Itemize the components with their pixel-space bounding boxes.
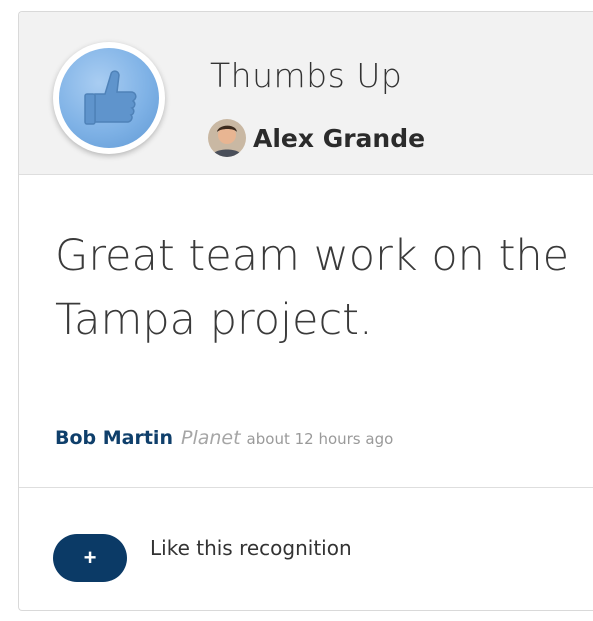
recognition-card: Thumbs Up Alex Grande Great team work on…: [18, 11, 593, 611]
timestamp: about 12 hours ago: [246, 430, 394, 448]
card-header: Thumbs Up Alex Grande: [19, 12, 593, 175]
avatar: [208, 119, 246, 157]
divider: [19, 487, 593, 488]
team-name: Planet: [180, 427, 241, 449]
badge-circle: [59, 48, 159, 148]
award-title: Thumbs Up: [210, 56, 403, 95]
award-badge: [53, 42, 165, 154]
thumbs-up-icon: [84, 70, 137, 125]
recipient-link[interactable]: Bob Martin: [55, 427, 173, 449]
like-button[interactable]: +: [53, 534, 127, 582]
giver: Alex Grande: [208, 118, 425, 158]
recognition-message: Great team work on the Tampa project.: [55, 231, 570, 345]
recognition-meta: Bob Martin Planet about 12 hours ago: [55, 427, 393, 449]
like-label: Like this recognition: [150, 536, 352, 560]
giver-name[interactable]: Alex Grande: [253, 124, 425, 153]
